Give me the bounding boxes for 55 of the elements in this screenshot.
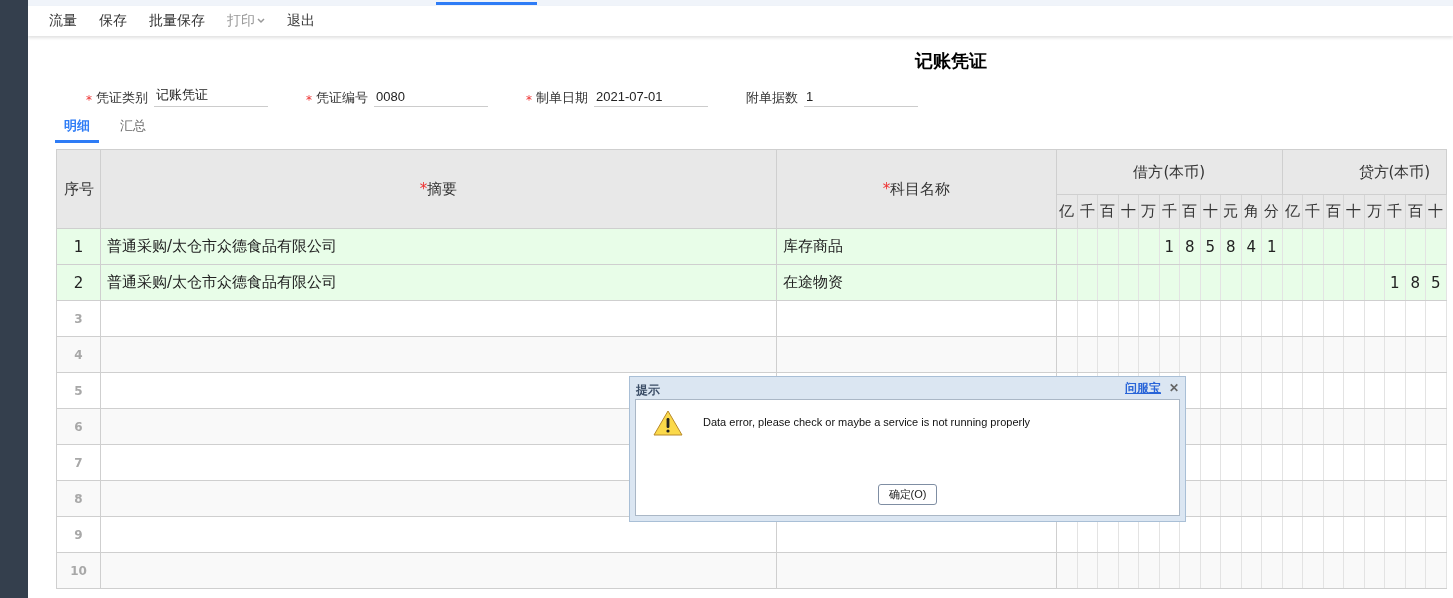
tab[interactable]: 明细 xyxy=(55,113,99,143)
help-link[interactable]: 问服宝 xyxy=(1125,379,1161,397)
amount-digit: 1 xyxy=(1159,228,1180,265)
field-label: 凭证类别 xyxy=(96,89,148,107)
ok-button[interactable]: 确定(O) xyxy=(877,484,938,505)
input-field[interactable]: 0080 xyxy=(374,89,488,107)
toolbar-button[interactable]: 退出 xyxy=(276,12,326,30)
amount-digit: 8 xyxy=(1220,228,1241,265)
amount-digit: 5 xyxy=(1425,264,1447,301)
error-message: Data error, please check or maybe a service is not running properly xyxy=(703,416,1031,428)
table-cell: 库存商品 xyxy=(776,228,1057,265)
row-number: 6 xyxy=(56,408,101,445)
row-number: 4 xyxy=(56,336,101,373)
amount-digit: 8 xyxy=(1179,228,1200,265)
row-number: 1 xyxy=(56,228,101,265)
row-number: 7 xyxy=(56,444,101,481)
tab[interactable]: 汇总 xyxy=(111,113,155,143)
row-number: 2 xyxy=(56,264,101,301)
input-field[interactable]: 1 xyxy=(804,89,918,107)
close-button[interactable]: ✕ xyxy=(1169,381,1179,395)
required-mark: * xyxy=(882,179,891,198)
input-field[interactable]: 记账凭证 xyxy=(154,86,268,107)
table-cell: 普通采购/太仓市众德食品有限公司 xyxy=(100,228,777,265)
required-mark: * xyxy=(306,93,312,107)
toolbar-button[interactable]: 批量保存 xyxy=(138,12,216,30)
warning-icon xyxy=(653,410,683,436)
voucher-title: 记账凭证 xyxy=(913,49,988,73)
table-cell: 在途物资 xyxy=(776,264,1057,301)
column-title: 序号 xyxy=(63,179,94,198)
amount-digit: 8 xyxy=(1405,264,1426,301)
row-number: 9 xyxy=(56,516,101,553)
dialog-title: 提示 xyxy=(636,381,661,399)
field-label: 制单日期 xyxy=(536,89,588,107)
field-label: 附单据数 xyxy=(746,89,798,107)
required-mark: * xyxy=(86,93,92,107)
toolbar-button[interactable]: 保存 xyxy=(88,12,138,30)
input-field[interactable]: 2021-07-01 xyxy=(594,89,708,107)
column-header: 贷方(本币) xyxy=(1282,149,1447,195)
row-number: 8 xyxy=(56,480,101,517)
chevron-down-icon xyxy=(257,18,265,24)
row-number: 5 xyxy=(56,372,101,409)
required-mark: * xyxy=(526,93,532,107)
amount-digit: 1 xyxy=(1384,264,1405,301)
amount-digit: 4 xyxy=(1241,228,1262,265)
table-cell: 普通采购/太仓市众德食品有限公司 xyxy=(100,264,777,301)
amount-digit: 5 xyxy=(1200,228,1221,265)
row-number: 3 xyxy=(56,300,101,337)
column-title: 摘要 xyxy=(427,179,458,198)
column-header: 借方(本币) xyxy=(1056,149,1282,195)
required-mark: * xyxy=(419,179,428,198)
amount-digit: 1 xyxy=(1261,228,1282,265)
toolbar-button[interactable]: 流量 xyxy=(38,12,88,30)
column-title: 科目名称 xyxy=(890,179,951,198)
row-number: 10 xyxy=(56,552,101,589)
field-label: 凭证编号 xyxy=(316,89,368,107)
